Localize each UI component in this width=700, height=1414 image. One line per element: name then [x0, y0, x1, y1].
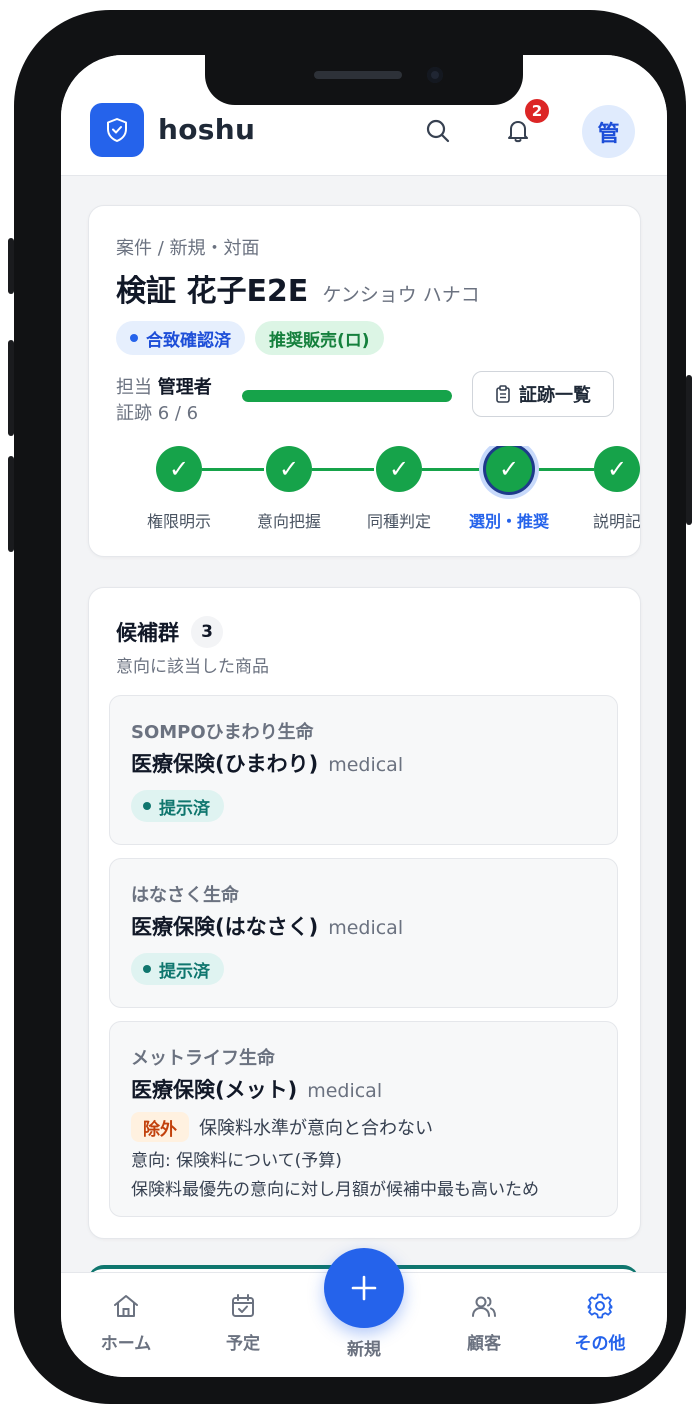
- notch: [205, 55, 523, 105]
- candidate-item[interactable]: SOMPOひまわり生命 医療保険(ひまわり) medical 提示済: [109, 695, 618, 845]
- status-badge: 提示済: [131, 790, 224, 822]
- evidence-button-label: 証跡一覧: [519, 385, 591, 406]
- tab-label: 予定: [226, 1334, 260, 1354]
- check-icon: ✓: [156, 446, 202, 492]
- candidates-card: 候補群 3 意向に該当した商品 SOMPOひまわり生命 医療保険(ひまわり) m…: [88, 587, 641, 1239]
- new-case-label: 新規: [347, 1340, 381, 1360]
- company-name: はなさく生命: [131, 885, 239, 906]
- tab-label: 顧客: [467, 1334, 501, 1354]
- assignee-name: 管理者: [157, 377, 212, 398]
- tab-label: ホーム: [100, 1334, 152, 1354]
- intent-text: 意向: 保険料について(予算): [131, 1151, 342, 1171]
- badge-label: 合致確認済: [146, 330, 231, 351]
- candidates-title: 候補群: [116, 621, 179, 645]
- speaker: [314, 71, 402, 79]
- tab-other[interactable]: その他: [555, 1289, 645, 1354]
- product-name: 医療保険(はなさく): [131, 915, 319, 939]
- step-selection[interactable]: ✓ 選別・推奨: [454, 446, 564, 532]
- dot-icon: [130, 334, 138, 342]
- evidence-list-button[interactable]: 証跡一覧: [472, 371, 614, 417]
- plus-icon: [351, 1275, 377, 1301]
- power-button: [686, 375, 692, 525]
- volume-down-button: [8, 456, 14, 552]
- step-authority[interactable]: ✓ 権限明示: [124, 446, 234, 532]
- search-icon[interactable]: [418, 111, 458, 151]
- assignee: 担当 管理者: [116, 373, 212, 399]
- product-name: 医療保険(メット): [131, 1078, 298, 1102]
- status-label: 提示済: [159, 961, 210, 982]
- product-name: 医療保険(ひまわり): [131, 752, 319, 776]
- avatar[interactable]: 管: [582, 105, 635, 158]
- step-explanation[interactable]: ✓ 説明記: [562, 446, 640, 532]
- exclusion-row: 除外 保険料水準が意向と合わない: [131, 1112, 433, 1142]
- breadcrumb: 案件 / 新規・対面: [116, 238, 260, 259]
- shield-logo-icon[interactable]: [90, 103, 144, 157]
- check-icon: ✓: [376, 446, 422, 492]
- step-similarity[interactable]: ✓ 同種判定: [344, 446, 454, 532]
- screen: hoshu 2 管 案件 / 新規・対面 検証 花子E2E ケンショウ ハナコ …: [61, 55, 667, 1377]
- candidates-count: 3: [191, 616, 223, 648]
- evidence-progress-bar: [242, 390, 452, 402]
- check-icon: ✓: [486, 446, 532, 492]
- check-icon: ✓: [266, 446, 312, 492]
- match-confirmed-badge: 合致確認済: [116, 321, 245, 355]
- step-label: 権限明示: [146, 512, 211, 531]
- notification-badge: 2: [523, 97, 551, 125]
- step-label: 意向把握: [256, 512, 321, 531]
- assignee-label: 担当: [116, 377, 152, 398]
- app-brand: hoshu: [158, 113, 256, 146]
- company-name: SOMPOひまわり生命: [131, 722, 314, 743]
- product-row: 医療保険(はなさく) medical: [131, 911, 403, 941]
- gear-icon: [587, 1293, 613, 1319]
- clipboard-icon: [496, 385, 510, 403]
- candidate-item[interactable]: はなさく生命 医療保険(はなさく) medical 提示済: [109, 858, 618, 1008]
- company-name: メットライフ生命: [131, 1048, 275, 1069]
- step-intent[interactable]: ✓ 意向把握: [234, 446, 344, 532]
- step-label: 説明記: [592, 512, 640, 531]
- users-icon: [472, 1296, 496, 1317]
- phone-frame: hoshu 2 管 案件 / 新規・対面 検証 花子E2E ケンショウ ハナコ …: [8, 10, 692, 1404]
- tab-schedule[interactable]: 予定: [198, 1289, 288, 1354]
- step-label: 同種判定: [366, 512, 431, 531]
- candidates-subtitle: 意向に該当した商品: [116, 657, 269, 677]
- product-row: 医療保険(メット) medical: [131, 1074, 382, 1104]
- product-category: medical: [307, 1080, 383, 1102]
- home-icon: [114, 1295, 138, 1317]
- customer-name: 検証 花子E2E: [116, 274, 309, 309]
- step-label: 選別・推奨: [468, 512, 549, 531]
- tab-customers[interactable]: 顧客: [439, 1289, 529, 1354]
- new-case-button[interactable]: [324, 1248, 404, 1328]
- excluded-badge: 除外: [131, 1112, 189, 1142]
- candidates-header: 候補群 3: [116, 616, 223, 648]
- status-badges: 合致確認済 推奨販売(ロ): [116, 321, 384, 355]
- status-badge: 提示済: [131, 953, 224, 985]
- case-summary-card: 案件 / 新規・対面 検証 花子E2E ケンショウ ハナコ 合致確認済 推奨販売…: [88, 205, 641, 557]
- exclusion-reason: 保険料水準が意向と合わない: [199, 1118, 433, 1139]
- dot-icon: [143, 965, 151, 973]
- mute-switch: [8, 238, 14, 294]
- product-row: 医療保険(ひまわり) medical: [131, 748, 403, 778]
- tab-home[interactable]: ホーム: [81, 1289, 171, 1354]
- tab-label: その他: [574, 1334, 626, 1354]
- customer-title-row: 検証 花子E2E ケンショウ ハナコ: [116, 266, 480, 310]
- product-category: medical: [328, 917, 404, 939]
- calendar-icon: [232, 1294, 254, 1317]
- evidence-count: 証跡 6 / 6: [116, 403, 199, 424]
- front-camera: [427, 67, 443, 83]
- product-category: medical: [328, 754, 404, 776]
- exclusion-note: 保険料最優先の意向に対し月額が候補中最も高いため: [131, 1180, 539, 1200]
- candidate-item-excluded[interactable]: メットライフ生命 医療保険(メット) medical 除外 保険料水準が意向と合…: [109, 1021, 618, 1217]
- process-stepper: ✓ 権限明示 ✓ 意向把握 ✓ 同種判定 ✓ 選別・推奨 ✓ 説明記: [89, 446, 640, 536]
- volume-up-button: [8, 340, 14, 436]
- progress-fill: [242, 390, 452, 402]
- status-label: 提示済: [159, 798, 210, 819]
- dot-icon: [143, 802, 151, 810]
- sales-type-badge: 推奨販売(ロ): [255, 321, 384, 355]
- customer-kana: ケンショウ ハナコ: [322, 284, 480, 306]
- check-icon: ✓: [594, 446, 640, 492]
